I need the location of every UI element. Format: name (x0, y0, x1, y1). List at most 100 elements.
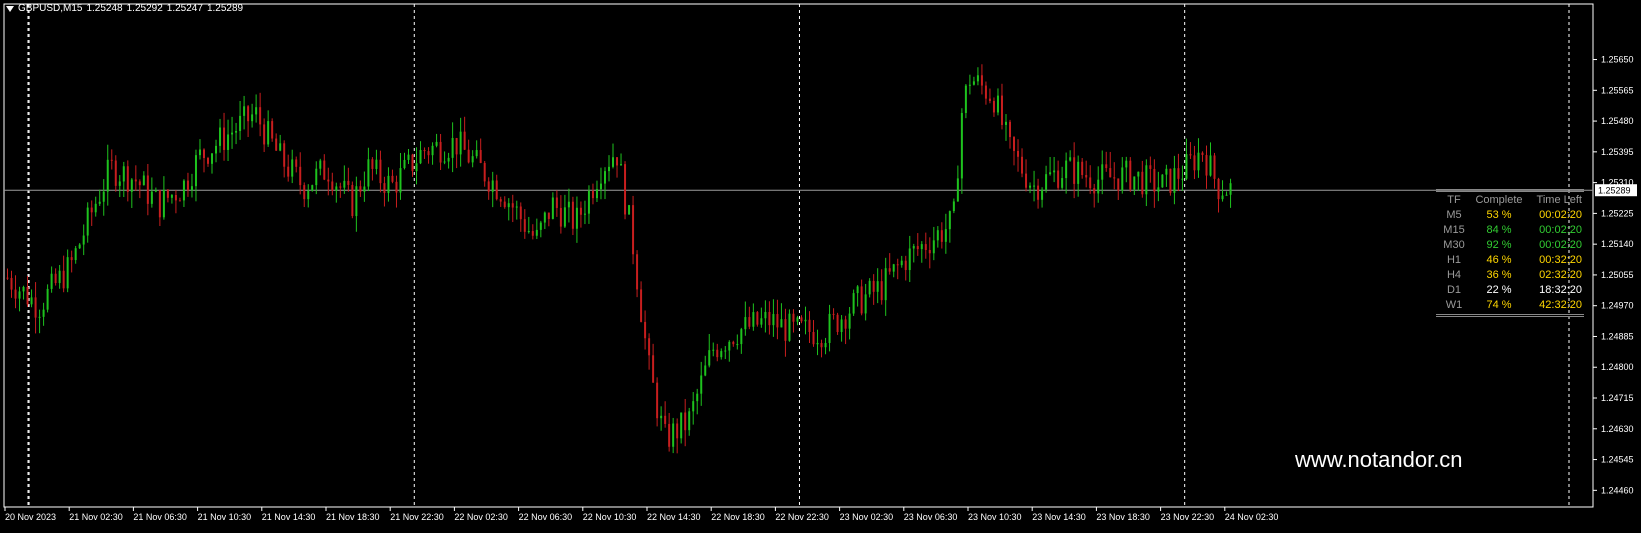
candle-body (531, 231, 534, 236)
candle-body (495, 180, 498, 200)
x-tick-label: 21 Nov 10:30 (198, 512, 252, 522)
watermark-text: www.notandor.cn (1295, 447, 1463, 472)
candle-body (459, 131, 462, 155)
x-tick-label: 21 Nov 14:30 (262, 512, 316, 522)
candle-body (1085, 175, 1088, 178)
candle-body (567, 201, 570, 208)
candle-body (684, 412, 687, 431)
y-tick-label: 1.25225 (1601, 208, 1634, 218)
candle-body (756, 312, 759, 325)
candle-body (816, 342, 819, 345)
candle-body (162, 189, 165, 218)
candle-body (712, 349, 715, 351)
table-row: M5 53 % 00:02:20 (1436, 208, 1584, 223)
candle-body (595, 189, 598, 199)
y-tick-label: 1.24715 (1601, 393, 1634, 403)
candle-body (122, 166, 125, 182)
timeleft-cell: 02:32:20 (1539, 269, 1582, 281)
candle-body (1033, 185, 1036, 187)
candle-body (1217, 178, 1220, 200)
candle-body (1133, 176, 1136, 190)
candle-body (1121, 167, 1124, 191)
y-tick-label: 1.24970 (1601, 301, 1634, 311)
candle-body (439, 141, 442, 163)
candle-body (58, 270, 61, 284)
candle-body (42, 309, 45, 317)
candle-body (664, 415, 667, 424)
candle-body (900, 260, 903, 266)
candle-body (1205, 155, 1208, 176)
candle-body (359, 186, 362, 192)
candle-body (451, 137, 454, 158)
candle-body (984, 85, 987, 99)
candle-body (603, 171, 606, 184)
candle-body (235, 131, 238, 133)
candle-body (130, 179, 133, 192)
candle-body (1061, 178, 1064, 188)
candle-body (1209, 155, 1212, 176)
candle-body (956, 178, 959, 202)
candle-body (932, 240, 935, 254)
ohlc-high: 1.25292 (126, 3, 163, 14)
candle-body (820, 342, 823, 348)
candle-body (704, 365, 707, 376)
col-complete-header: Complete (1475, 194, 1523, 206)
candle-body (648, 338, 651, 356)
candle-body (1201, 152, 1204, 156)
candle-body (207, 157, 209, 164)
candle-body (736, 344, 739, 346)
y-tick-label: 1.25310 (1601, 178, 1634, 188)
candle-body (804, 319, 807, 322)
candle-body (190, 186, 193, 191)
candle-body (343, 180, 346, 188)
candle-body (896, 264, 899, 266)
candle-body (1225, 194, 1228, 196)
chart-area[interactable]: 1.25289 1.25650 1.25565 1.25480 1.25395 1.25… (0, 0, 1641, 528)
candle-body (1025, 173, 1028, 188)
chevron-down-icon[interactable] (6, 5, 14, 12)
complete-cell: 92 % (1486, 239, 1512, 251)
candle-body (351, 184, 354, 217)
candle-body (1153, 168, 1156, 192)
table-row: W1 74 % 42:32:20 (1436, 298, 1584, 313)
candle-body (575, 207, 578, 229)
candle-body (94, 203, 97, 213)
candle-body (1109, 168, 1112, 178)
table-header-row: TF Complete Time Left (1436, 193, 1584, 208)
candle-body (263, 124, 266, 145)
candle-body (239, 115, 242, 132)
candle-body (976, 75, 979, 82)
candle-body (291, 159, 294, 177)
candle-body (848, 313, 851, 329)
table-divider (1436, 189, 1584, 192)
candle-body (399, 168, 402, 193)
candle-body (636, 254, 639, 290)
candle-body (624, 164, 627, 215)
timeleft-cell: 00:02:20 (1539, 239, 1582, 251)
candle-body (14, 289, 17, 299)
candle-body (471, 156, 474, 163)
y-tick-label: 1.25140 (1601, 239, 1634, 249)
candle-body (796, 317, 799, 322)
candle-body (640, 289, 643, 322)
candle-body (170, 194, 173, 198)
candle-body (1137, 171, 1140, 177)
candle-body (363, 186, 366, 192)
candle-body (772, 314, 775, 326)
candle-body (158, 190, 161, 218)
candle-body (335, 186, 338, 191)
complete-cell: 53 % (1486, 209, 1512, 221)
tf-cell: H1 (1446, 254, 1462, 266)
candle-body (126, 166, 129, 192)
candle-body (1169, 168, 1172, 193)
candle-body (427, 151, 430, 156)
y-tick-label: 1.24885 (1601, 331, 1634, 341)
candle-body (1004, 121, 1007, 125)
y-tick-label: 1.24460 (1601, 485, 1634, 495)
candle-body (1193, 155, 1196, 171)
y-tick-label: 1.25055 (1601, 270, 1634, 280)
candle-body (1073, 157, 1076, 184)
candle-body (952, 201, 955, 212)
candle-body (996, 95, 999, 113)
candle-body (215, 145, 218, 154)
